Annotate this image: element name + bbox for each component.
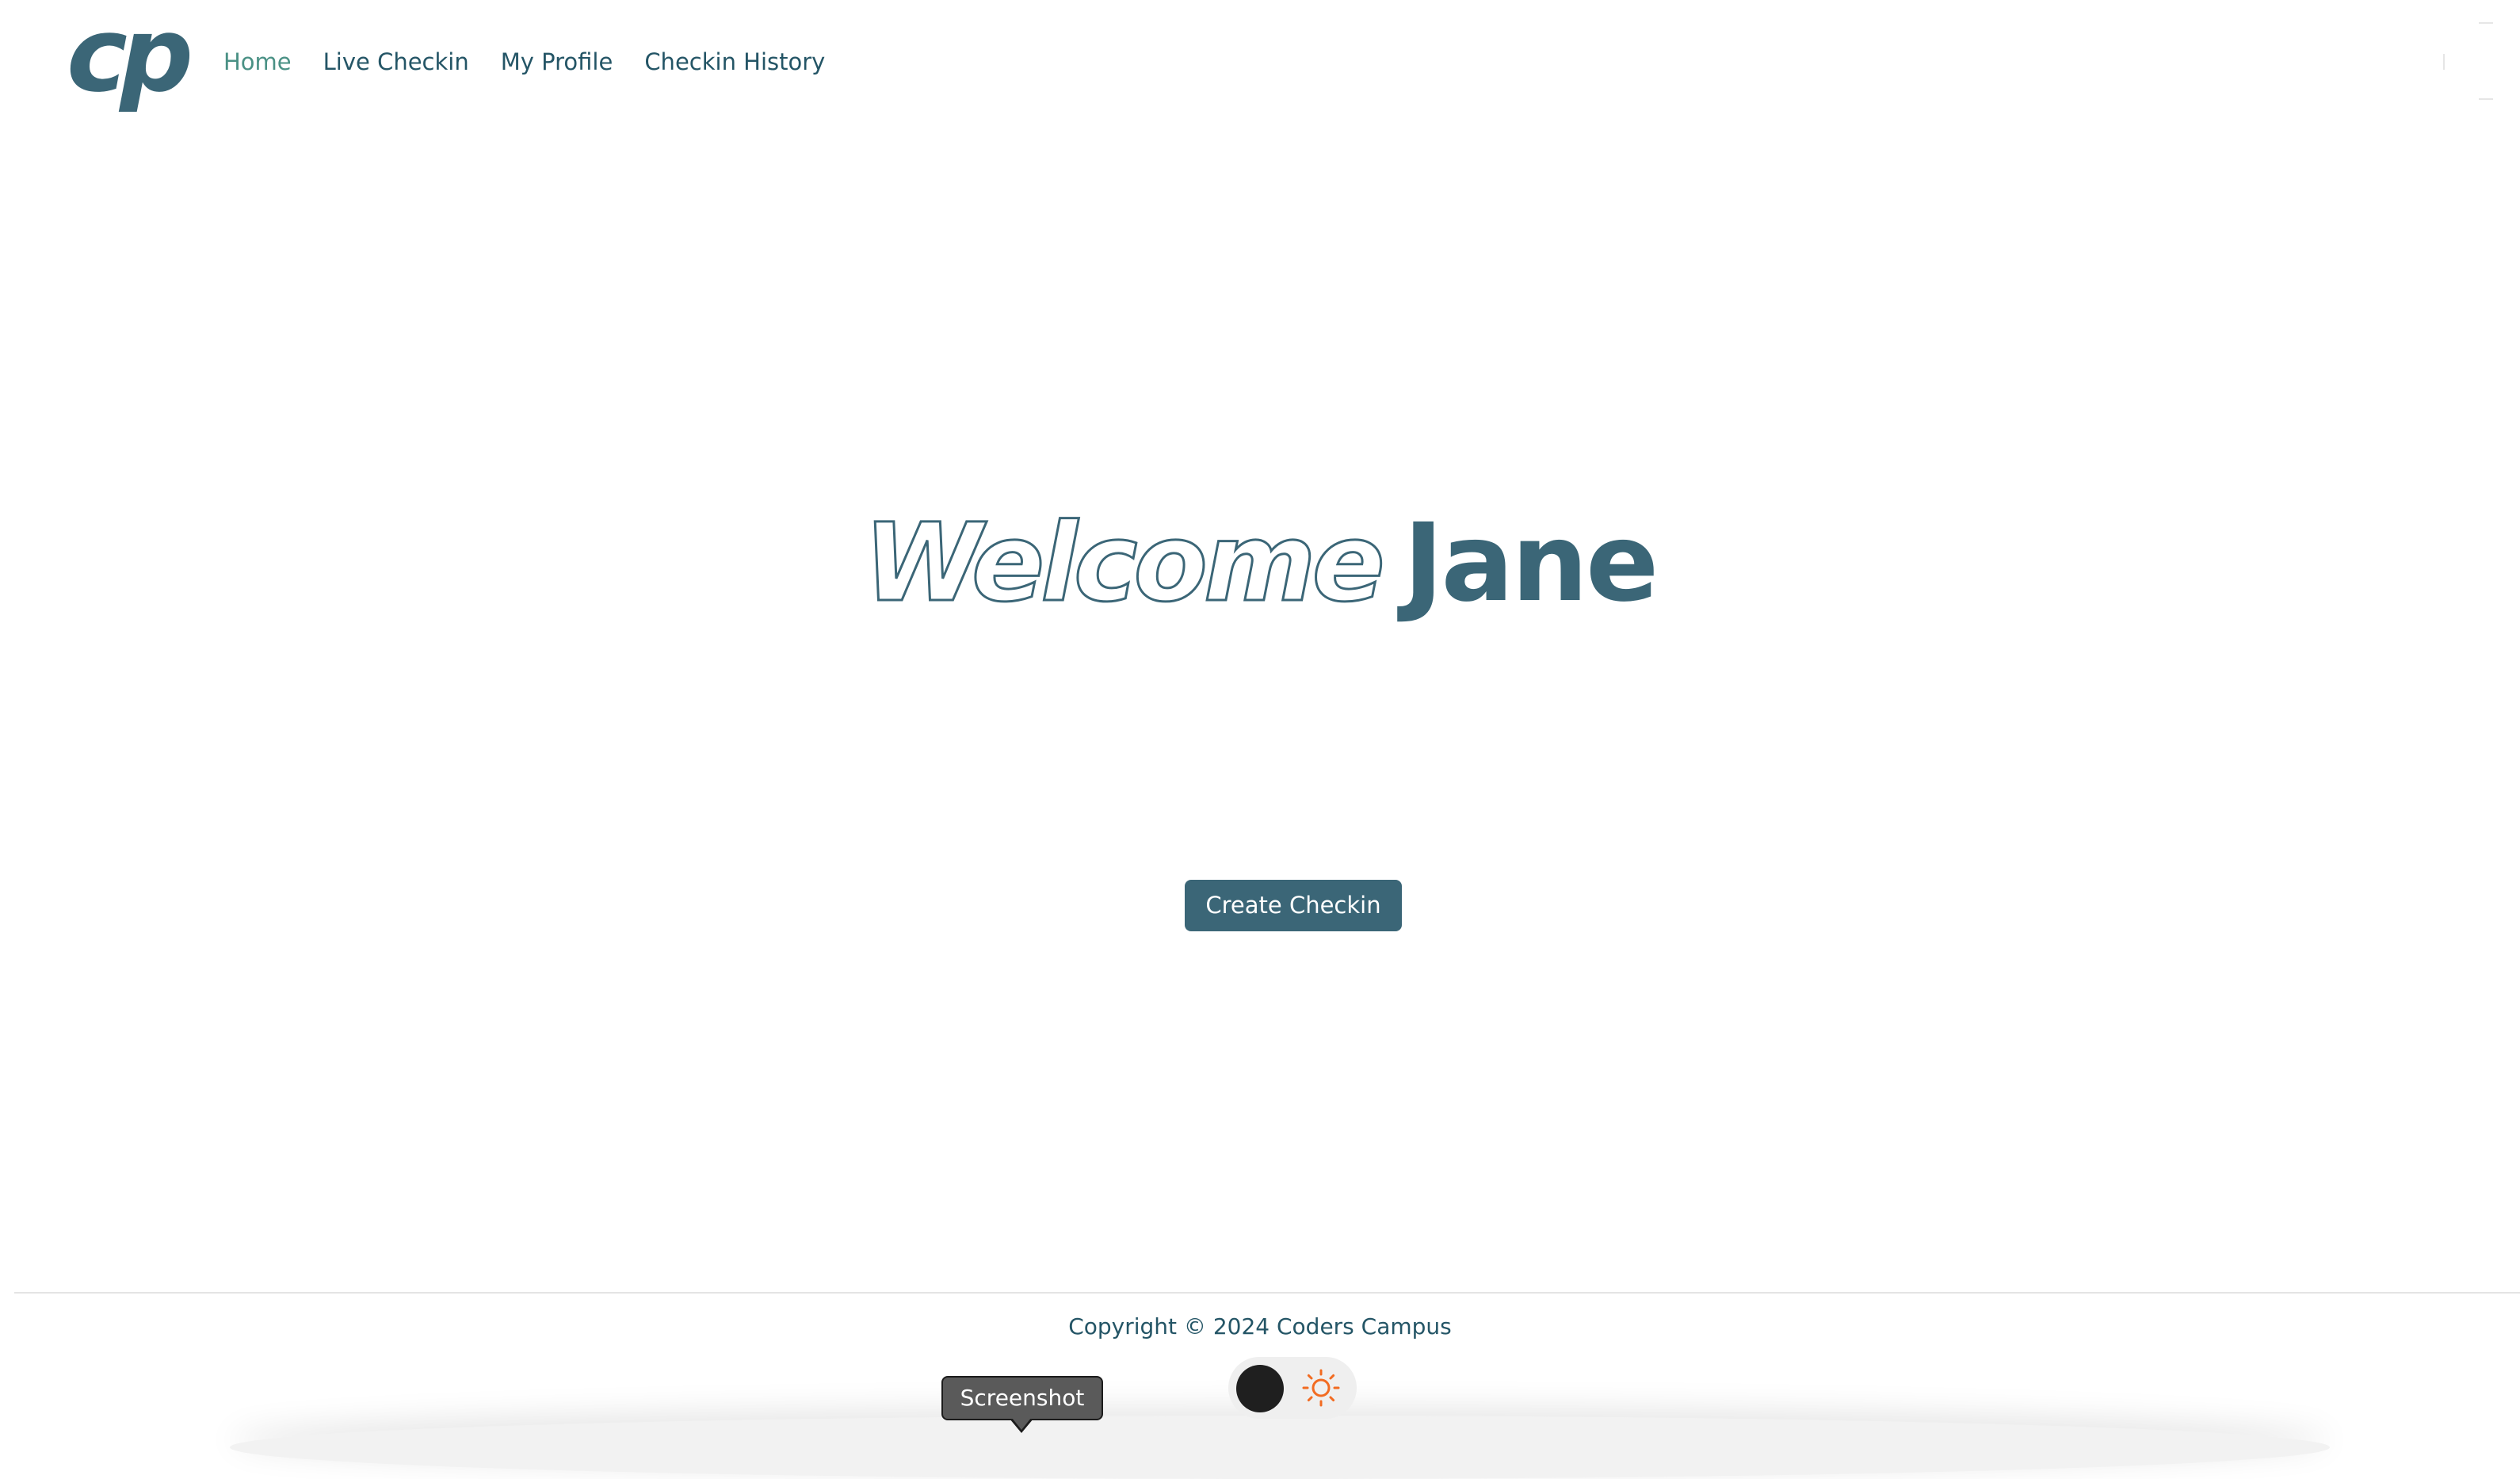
footer-divider [14, 1292, 2520, 1294]
welcome-word: Welcome [862, 499, 1386, 627]
dock-shadow [230, 1416, 2330, 1479]
screenshot-tooltip: Screenshot [941, 1376, 1103, 1420]
brand-logo[interactable]: cp [67, 3, 193, 106]
tooltip-arrow-fill [1012, 1418, 1031, 1430]
toggle-knob [1236, 1365, 1284, 1412]
user-name: Jane [1403, 500, 1659, 626]
theme-toggle[interactable] [1228, 1357, 1357, 1419]
welcome-heading: Welcome Jane [0, 483, 2520, 642]
nav-link-home[interactable]: Home [223, 46, 292, 78]
nav-link-my-profile[interactable]: My Profile [501, 46, 613, 78]
nav-link-checkin-history[interactable]: Checkin History [644, 46, 825, 78]
site-header: cp Home Live Checkin My Profile Checkin … [0, 0, 2520, 127]
copyright-text: Copyright © 2024 Coders Campus [1068, 1313, 1452, 1340]
header-divider-mark [2443, 54, 2445, 70]
header-corner-line-bottom [2479, 98, 2493, 100]
nav-link-live-checkin[interactable]: Live Checkin [323, 46, 469, 78]
header-corner-line-top [2479, 22, 2493, 24]
sun-icon [1302, 1369, 1340, 1407]
create-checkin-button[interactable]: Create Checkin [1185, 880, 1402, 931]
main-nav: Home Live Checkin My Profile Checkin His… [223, 46, 825, 78]
